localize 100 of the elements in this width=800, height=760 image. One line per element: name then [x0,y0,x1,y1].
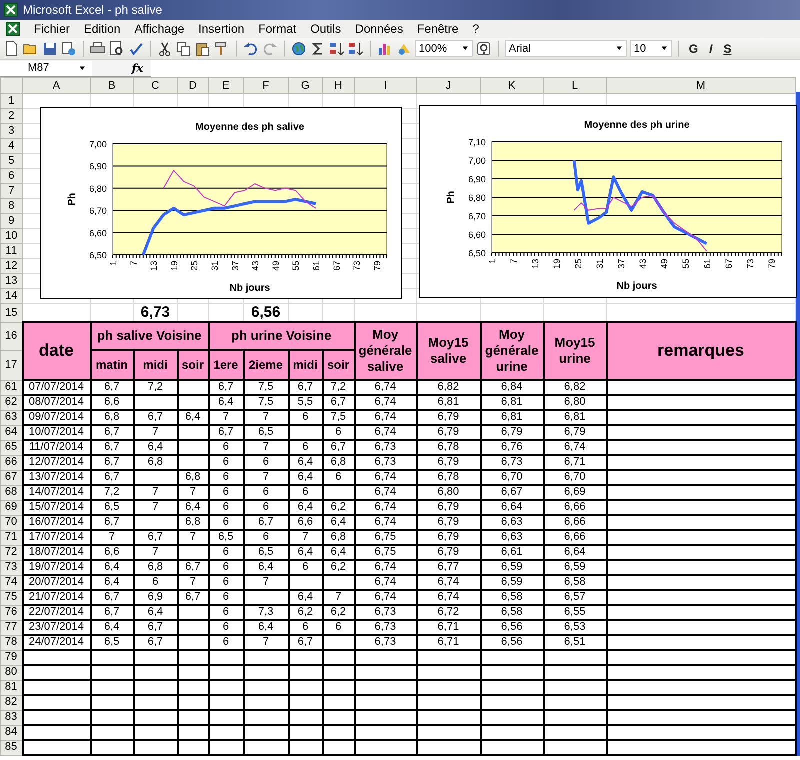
row-header[interactable]: 3 [0,124,22,138]
row-header[interactable]: 4 [0,138,22,154]
table-cell: 6,80 [544,395,606,410]
menu-item[interactable]: Edition [84,22,121,36]
row-header[interactable]: 9 [0,214,22,228]
table-cell: 6,79 [416,545,480,560]
name-box[interactable]: M87 [0,60,92,76]
row-header[interactable]: 11 [0,244,22,258]
sortdesc-icon[interactable] [348,40,364,56]
row-header[interactable]: 82 [0,695,22,710]
row-header[interactable]: 71 [0,530,22,545]
column-header[interactable]: J [416,78,480,94]
window-title: Microsoft Excel - ph salive [23,3,162,17]
column-header[interactable]: F [244,78,288,94]
row-header[interactable]: 15 [0,304,22,322]
sortasc-icon[interactable] [329,40,345,56]
table-cell: 6,2 [322,605,354,620]
menu-item[interactable]: Outils [310,22,342,36]
table-cell: 6,79 [416,410,480,425]
column-header[interactable]: E [208,78,244,94]
column-header[interactable]: M [606,78,796,94]
font-size-dropdown[interactable]: 10 [630,40,672,57]
row-header[interactable]: 63 [0,410,22,425]
tick-label: 7 [508,259,519,264]
column-header[interactable]: I [354,78,416,94]
table-cell: 6,8 [322,455,354,470]
column-header[interactable]: G [288,78,322,94]
menu-item[interactable]: Fichier [34,22,70,36]
column-header[interactable]: B [90,78,134,94]
row-header[interactable]: 80 [0,665,22,680]
column-header[interactable]: K [480,78,544,94]
table-cell: 6,7 [90,605,134,620]
tick-label: 6,60 [468,230,486,240]
row-header[interactable]: 62 [0,395,22,410]
column-header[interactable]: L [544,78,606,94]
row-header[interactable]: 73 [0,560,22,575]
menu-item[interactable]: Affichage [134,22,185,36]
paste-icon[interactable] [195,40,211,56]
column-header[interactable]: C [134,78,178,94]
globe-icon[interactable] [291,40,307,56]
row-header[interactable]: 12 [0,258,22,274]
format-button[interactable]: G [685,42,702,56]
row-header[interactable]: 10 [0,228,22,244]
row-header[interactable]: 61 [0,380,22,395]
column-header[interactable]: D [178,78,208,94]
date-cell: 18/07/2014 [22,545,90,560]
menu-item[interactable]: ? [472,22,480,36]
spreadsheet-icon[interactable] [6,22,20,36]
menu-item[interactable]: Format [258,22,297,36]
row-header[interactable]: 75 [0,590,22,605]
row-header[interactable]: 69 [0,500,22,515]
row-header[interactable]: 72 [0,545,22,560]
save-icon[interactable] [42,40,58,56]
spell-icon[interactable] [128,40,144,56]
column-header[interactable]: A [22,78,90,94]
new-icon[interactable] [4,40,20,56]
print-icon[interactable] [90,40,106,56]
formula-field[interactable] [151,60,800,76]
row-header[interactable]: 81 [0,680,22,695]
format-button[interactable]: S [720,42,736,56]
row-header[interactable]: 2 [0,108,22,124]
column-header[interactable]: H [322,78,354,94]
format-button[interactable]: I [705,42,717,56]
cut-icon[interactable] [157,40,173,56]
table-cell: 6 [208,470,244,485]
copy-icon[interactable] [176,40,192,56]
caret-icon [79,64,86,72]
row-header[interactable]: 66 [0,455,22,470]
row-header[interactable]: 16 [0,322,22,350]
row-header[interactable]: 79 [0,650,22,665]
menu-item[interactable]: Données [355,22,404,36]
preview-icon[interactable] [109,40,125,56]
row-header[interactable]: 67 [0,470,22,485]
row-header[interactable]: 76 [0,605,22,620]
row-header[interactable]: 14 [0,288,22,304]
row-header[interactable]: 5 [0,154,22,168]
function-label[interactable]: fx [132,62,144,74]
row-header[interactable]: 78 [0,635,22,650]
row-header[interactable]: 6 [0,168,22,184]
font-dropdown[interactable]: Arial [505,40,627,57]
row-header[interactable]: 68 [0,485,22,500]
row-header[interactable]: 1 [0,94,22,108]
menu-item[interactable]: Insertion [198,22,245,36]
row-header[interactable]: 70 [0,515,22,530]
row-header[interactable]: 17 [0,350,22,380]
undo-icon[interactable] [243,40,259,56]
menu-item[interactable]: Fenêtre [417,22,459,36]
row-header[interactable]: 65 [0,440,22,455]
zoom-dropdown[interactable]: 100% [415,40,473,57]
row-header[interactable]: 85 [0,740,22,755]
row-header[interactable]: 84 [0,725,22,740]
row-header[interactable]: 13 [0,274,22,288]
row-header[interactable]: 7 [0,184,22,198]
row-header[interactable]: 83 [0,710,22,725]
row-header[interactable]: 64 [0,425,22,440]
row-header[interactable]: 8 [0,198,22,214]
tick-label: 25 [573,259,584,270]
row-header[interactable]: 74 [0,575,22,590]
row-header[interactable]: 77 [0,620,22,635]
date-cell: 22/07/2014 [22,605,90,620]
